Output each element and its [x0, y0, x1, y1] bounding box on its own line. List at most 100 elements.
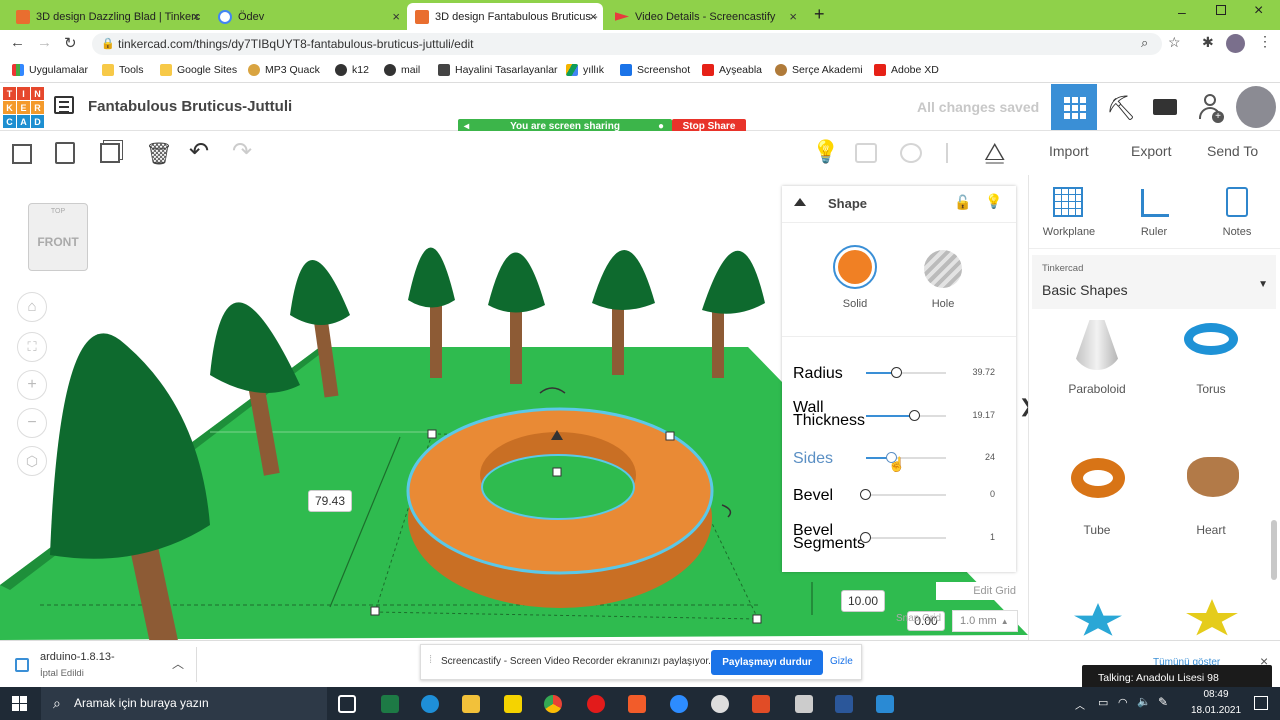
height-dimension-input[interactable]: 10.00 [841, 590, 885, 612]
3d-view-button[interactable] [1051, 84, 1097, 130]
design-title[interactable]: Fantabulous Bruticus-Juttuli [88, 98, 292, 115]
wall-thickness-slider-knob[interactable] [909, 410, 920, 421]
pen-icon[interactable]: ✎ [1158, 695, 1168, 709]
resize-handle[interactable] [427, 429, 437, 439]
bookmark-folder[interactable]: Google Sites [160, 64, 237, 76]
ruler-label[interactable]: Ruler [1124, 226, 1184, 238]
tray-chevron-icon[interactable]: ︿ [1075, 697, 1085, 712]
task-view-icon[interactable] [338, 695, 356, 713]
sticky-notes-icon[interactable] [504, 695, 522, 713]
clock-time[interactable]: 08:49 [1186, 689, 1246, 700]
perspective-icon[interactable]: ⬡ [17, 446, 47, 476]
resize-handle[interactable] [752, 614, 762, 624]
file-explorer-icon[interactable] [462, 695, 480, 713]
heart-icon[interactable] [1187, 457, 1239, 497]
light-bulb-icon[interactable]: 💡 [985, 193, 1002, 210]
bevel-slider-knob[interactable] [860, 489, 871, 500]
bookmark-star-icon[interactable]: ☆ [1168, 34, 1181, 51]
home-view-icon[interactable]: ⌂ [17, 292, 47, 322]
bevel-segments-slider-knob[interactable] [860, 532, 871, 543]
bookmark-link[interactable]: k12 [335, 64, 369, 76]
brave-icon[interactable] [628, 695, 646, 713]
extensions-icon[interactable]: ✱ [1202, 34, 1214, 51]
url-field[interactable]: 🔒 tinkercad.com/things/dy7TIBqUYT8-fanta… [92, 33, 1162, 55]
close-tab-icon[interactable]: × [392, 9, 400, 24]
center-handle[interactable] [552, 467, 562, 477]
collapse-caret-icon[interactable] [794, 198, 806, 206]
browser-tab[interactable]: 3D design Dazzling Blad | Tinkerc × [8, 3, 206, 30]
bookmark-link[interactable]: Adobe XD [874, 64, 939, 76]
opera-icon[interactable] [587, 695, 605, 713]
close-tab-icon[interactable]: × [789, 9, 797, 24]
tinkercad-logo[interactable]: T I N K E R C A D [3, 87, 44, 129]
wifi-icon[interactable]: ◠ [1118, 696, 1128, 709]
mirror-icon[interactable]: ⧋ [984, 139, 1005, 167]
notes-label[interactable]: Notes [1209, 226, 1265, 238]
zoom-icon[interactable]: ⌕ [1141, 35, 1148, 51]
paraboloid-shape[interactable] [1072, 320, 1122, 370]
maximize-icon[interactable] [1216, 5, 1226, 15]
zoom-out-icon[interactable]: − [17, 408, 47, 438]
torus-icon[interactable] [1184, 323, 1238, 355]
app-icon[interactable] [876, 695, 894, 713]
browser-tab[interactable]: Ödev × [210, 3, 406, 30]
resize-handle[interactable] [665, 431, 675, 441]
paste-icon[interactable] [55, 142, 75, 164]
fit-view-icon[interactable]: ⛶ [17, 332, 47, 362]
undo-icon[interactable]: ↶ [189, 137, 209, 166]
minecraft-pickaxe-icon[interactable]: ⛏ [1106, 94, 1136, 123]
close-tab-icon[interactable]: × [589, 9, 597, 24]
bookmark-link[interactable]: Screenshot [620, 64, 690, 76]
view-cube-front[interactable]: FRONT [29, 235, 87, 249]
solid-button[interactable] [833, 245, 877, 289]
edge-icon[interactable] [421, 695, 439, 713]
workplane-label[interactable]: Workplane [1037, 226, 1101, 238]
send-to-button[interactable]: Send To [1207, 143, 1258, 159]
chrome-icon[interactable] [544, 695, 562, 713]
bookmark-link[interactable]: mail [384, 64, 420, 76]
back-icon[interactable]: ← [10, 34, 25, 51]
trash-icon[interactable]: 🗑 [145, 141, 173, 167]
excel-icon[interactable] [381, 695, 399, 713]
view-cube-top[interactable]: TOP [29, 208, 87, 215]
document-icon[interactable] [795, 695, 813, 713]
chevron-up-icon[interactable]: ︿ [172, 655, 184, 672]
tube-icon[interactable] [1071, 458, 1125, 498]
stop-sharing-button[interactable]: Paylaşmayı durdur [711, 650, 823, 675]
design-list-icon[interactable] [54, 96, 74, 114]
ruler-icon[interactable] [1141, 189, 1169, 217]
resize-handle[interactable] [370, 606, 380, 616]
bevel-segments-slider[interactable] [866, 537, 946, 539]
add-user-icon[interactable]: + [1198, 92, 1226, 124]
browser-tab[interactable]: Video Details - Screencastify × [607, 3, 803, 30]
hide-link[interactable]: Gizle [830, 656, 853, 667]
bookmark-link[interactable]: MP3 Quack [248, 64, 320, 76]
word-icon[interactable] [835, 695, 853, 713]
new-tab-button[interactable]: + [814, 4, 825, 25]
duplicate-icon[interactable] [100, 143, 120, 163]
chrome-menu-icon[interactable]: ⋮ [1258, 33, 1272, 50]
edit-grid-button[interactable]: Edit Grid [936, 582, 1016, 600]
light-bulb-icon[interactable]: 💡 [812, 139, 839, 165]
network-icon[interactable]: ▭ [1098, 696, 1108, 709]
bookmark-apps[interactable]: Uygulamalar [12, 64, 88, 76]
scrollbar[interactable] [1271, 520, 1277, 580]
bookmark-link[interactable]: Hayalini Tasarlayanlar [438, 64, 558, 76]
close-window-icon[interactable]: × [1254, 2, 1263, 20]
profile-avatar[interactable] [1226, 34, 1245, 53]
redo-icon[interactable]: ↷ [232, 137, 252, 166]
wall-thickness-value[interactable]: 19.17 [950, 410, 995, 420]
zoom-app-icon[interactable] [670, 695, 688, 713]
snap-grid-select[interactable]: 1.0 mm ▲ [952, 610, 1018, 632]
volume-icon[interactable]: 🔈 [1137, 695, 1151, 708]
ungroup-icon[interactable] [900, 143, 922, 163]
app-icon[interactable] [711, 695, 729, 713]
reload-icon[interactable]: ↻ [64, 34, 77, 52]
lock-icon[interactable]: 🔓 [954, 194, 971, 211]
notes-icon[interactable] [1226, 187, 1248, 217]
bookmark-link[interactable]: Ayşeabla [702, 64, 762, 76]
bookmark-link[interactable]: yıllık [566, 64, 604, 76]
bevel-segments-value[interactable]: 1 [950, 532, 995, 542]
star-icon[interactable] [1074, 603, 1122, 636]
import-button[interactable]: Import [1049, 143, 1089, 159]
